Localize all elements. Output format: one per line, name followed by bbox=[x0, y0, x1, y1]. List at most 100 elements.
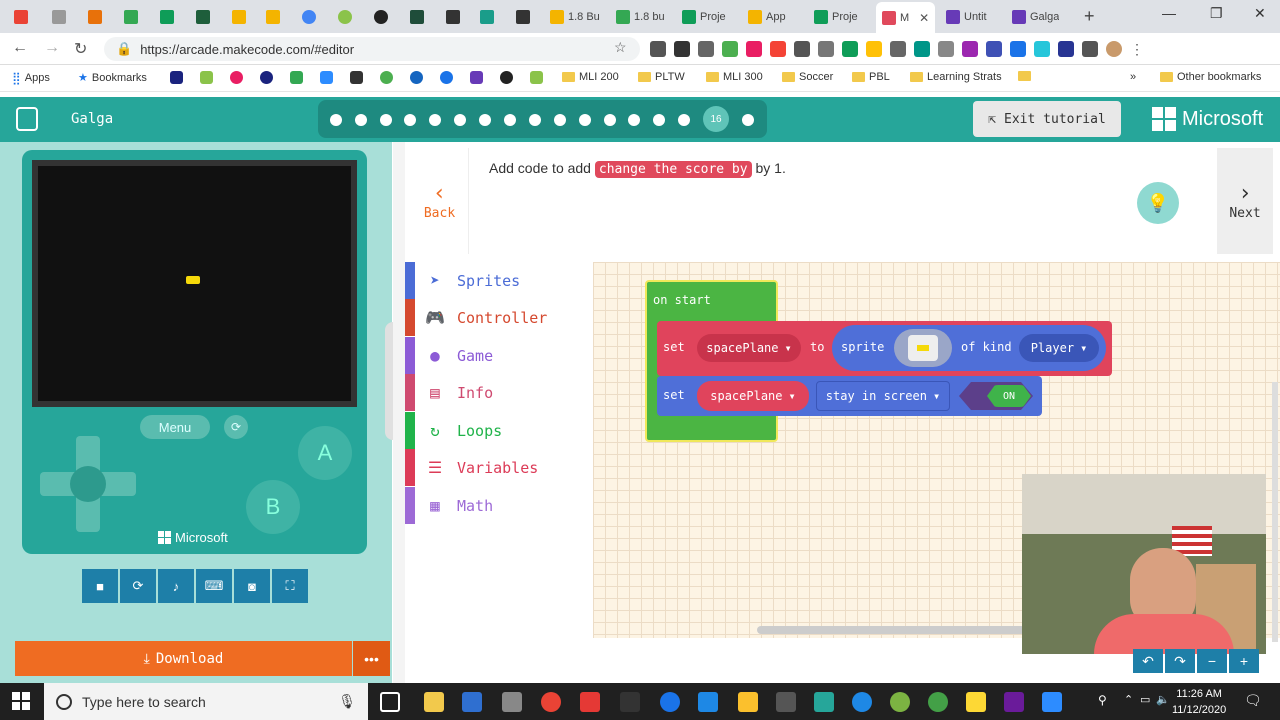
tab-sheets[interactable] bbox=[160, 4, 174, 29]
extension-icon[interactable] bbox=[890, 41, 906, 57]
tab-app-b[interactable] bbox=[446, 4, 460, 29]
step-dot[interactable] bbox=[678, 114, 690, 126]
extension-icon[interactable] bbox=[794, 41, 810, 57]
step-dot[interactable] bbox=[454, 114, 466, 126]
step-dot[interactable] bbox=[653, 114, 665, 126]
microsoft-logo[interactable]: Microsoft bbox=[1152, 107, 1263, 131]
vertical-scrollbar[interactable] bbox=[1272, 382, 1278, 642]
a-button[interactable]: A bbox=[298, 426, 352, 480]
tab-app-c[interactable] bbox=[480, 4, 494, 29]
toolbox-category-variables[interactable]: ☰ Variables bbox=[405, 449, 593, 486]
fullscreen-icon[interactable]: ⛶ bbox=[272, 569, 308, 603]
tab-app-orange[interactable] bbox=[88, 4, 102, 29]
undo-icon[interactable]: ↶ bbox=[1133, 649, 1163, 673]
bookmark-folder[interactable]: MLI 300 bbox=[706, 71, 763, 83]
file-explorer-icon[interactable] bbox=[424, 692, 444, 712]
download-more-button[interactable]: ••• bbox=[353, 641, 390, 676]
next-button[interactable]: › Next bbox=[1217, 148, 1273, 254]
extension-icon[interactable] bbox=[650, 41, 666, 57]
extension-icon[interactable] bbox=[842, 41, 858, 57]
exit-tutorial-button[interactable]: ⇱ Exit tutorial bbox=[973, 101, 1121, 137]
bookmark-bookmarks[interactable]: ★ Bookmarks bbox=[78, 71, 147, 85]
extension-icon[interactable] bbox=[1034, 41, 1050, 57]
tab-app-i[interactable] bbox=[410, 4, 424, 29]
extension-icon[interactable] bbox=[770, 41, 786, 57]
zoom-out-icon[interactable]: − bbox=[1197, 649, 1227, 673]
step-dot[interactable] bbox=[554, 114, 566, 126]
variable-dropdown[interactable]: spacePlane ▾ bbox=[697, 334, 801, 362]
forward-arrow-icon[interactable]: → bbox=[44, 39, 60, 57]
lightbulb-icon[interactable]: 💡 bbox=[1137, 182, 1179, 224]
bookmark-icon[interactable] bbox=[170, 71, 183, 84]
sound-icon[interactable]: ♪ bbox=[158, 569, 194, 603]
taskbar-search[interactable]: Type here to search 🎙 bbox=[44, 683, 368, 720]
app-icon[interactable] bbox=[660, 692, 680, 712]
taskbar-clock[interactable]: 11:26 AM 11/12/2020 bbox=[1172, 686, 1226, 718]
bookmark-icon[interactable] bbox=[260, 71, 273, 84]
app-icon[interactable] bbox=[698, 692, 718, 712]
app-icon[interactable] bbox=[502, 692, 522, 712]
step-dot[interactable] bbox=[355, 114, 367, 126]
step-dot[interactable] bbox=[479, 114, 491, 126]
bookmark-folder[interactable]: PBL bbox=[852, 71, 890, 83]
toolbox-category-controller[interactable]: 🎮 Controller bbox=[405, 299, 593, 336]
tab-slides-2[interactable] bbox=[266, 4, 280, 29]
close-icon[interactable]: ✕ bbox=[919, 11, 929, 25]
lightbulb-icon[interactable] bbox=[966, 692, 986, 712]
tab-app-d[interactable] bbox=[516, 4, 530, 29]
extension-icon[interactable] bbox=[674, 41, 690, 57]
more-vert-icon[interactable]: ⋮ bbox=[1130, 41, 1146, 57]
maximize-icon[interactable]: ❐ bbox=[1210, 5, 1223, 22]
keyboard-icon[interactable]: ⌨ bbox=[196, 569, 232, 603]
step-dot[interactable] bbox=[742, 114, 754, 126]
step-dot[interactable] bbox=[404, 114, 416, 126]
volume-icon[interactable]: 🔈 bbox=[1156, 693, 1170, 706]
reload-icon[interactable]: ↻ bbox=[74, 39, 87, 59]
bookmark-icon[interactable] bbox=[530, 71, 543, 84]
notification-icon[interactable]: 🗨 bbox=[1244, 692, 1262, 709]
zoom-icon[interactable] bbox=[320, 71, 333, 84]
new-tab-icon[interactable]: + bbox=[1084, 6, 1095, 27]
set-sprite-block[interactable]: set spacePlane ▾ to sprite of kind Player… bbox=[657, 321, 1112, 376]
tab-4[interactable]: App bbox=[748, 4, 786, 29]
tab-6[interactable]: Untit bbox=[946, 4, 987, 29]
star-icon[interactable]: ☆ bbox=[614, 39, 627, 56]
tab-makecode-active[interactable]: M ✕ bbox=[876, 2, 936, 33]
bookmark-icon[interactable] bbox=[380, 71, 393, 84]
extension-icon[interactable] bbox=[866, 41, 882, 57]
app-icon[interactable] bbox=[928, 692, 948, 712]
extension-icon[interactable] bbox=[746, 41, 762, 57]
extension-icon[interactable] bbox=[986, 41, 1002, 57]
step-dot[interactable] bbox=[429, 114, 441, 126]
zoom-in-icon[interactable]: + bbox=[1229, 649, 1259, 673]
step-dot[interactable] bbox=[529, 114, 541, 126]
arcade-logo-icon[interactable] bbox=[16, 107, 38, 131]
extension-icon[interactable] bbox=[818, 41, 834, 57]
microphone-icon[interactable]: 🎙 bbox=[338, 693, 356, 710]
windows-start-icon[interactable] bbox=[12, 692, 30, 710]
toolbox-category-info[interactable]: ▤ Info bbox=[405, 374, 593, 411]
zoom-icon[interactable] bbox=[1042, 692, 1062, 712]
bookmark-icon[interactable] bbox=[200, 71, 213, 84]
bookmark-folder[interactable]: Learning Strats bbox=[910, 71, 1002, 83]
extension-icon[interactable] bbox=[1010, 41, 1026, 57]
tab-google[interactable] bbox=[302, 4, 316, 29]
step-dot[interactable] bbox=[604, 114, 616, 126]
toolbox-category-game[interactable]: ● Game bbox=[405, 337, 593, 374]
tab-2[interactable]: 1.8 bu bbox=[616, 4, 665, 29]
step-dot[interactable] bbox=[380, 114, 392, 126]
drive-icon[interactable] bbox=[290, 71, 303, 84]
bookmark-folder[interactable] bbox=[1018, 71, 1031, 81]
back-arrow-icon[interactable]: ← bbox=[12, 39, 28, 57]
minimize-icon[interactable]: — bbox=[1162, 5, 1176, 21]
menu-button[interactable]: Menu bbox=[140, 415, 210, 439]
tab-app-green[interactable] bbox=[196, 4, 210, 29]
set-sprite-flag-block[interactable]: set spacePlane ▾ stay in screen ▾ ON bbox=[657, 376, 1042, 416]
download-button[interactable]: ⤓ Download bbox=[15, 641, 352, 676]
app-icon[interactable] bbox=[580, 692, 600, 712]
b-button[interactable]: B bbox=[246, 480, 300, 534]
redo-icon[interactable]: ↷ bbox=[1165, 649, 1195, 673]
task-view-icon[interactable] bbox=[380, 692, 400, 712]
bookmark-folder[interactable]: PLTW bbox=[638, 71, 685, 83]
restart-icon[interactable]: ⟳ bbox=[120, 569, 156, 603]
